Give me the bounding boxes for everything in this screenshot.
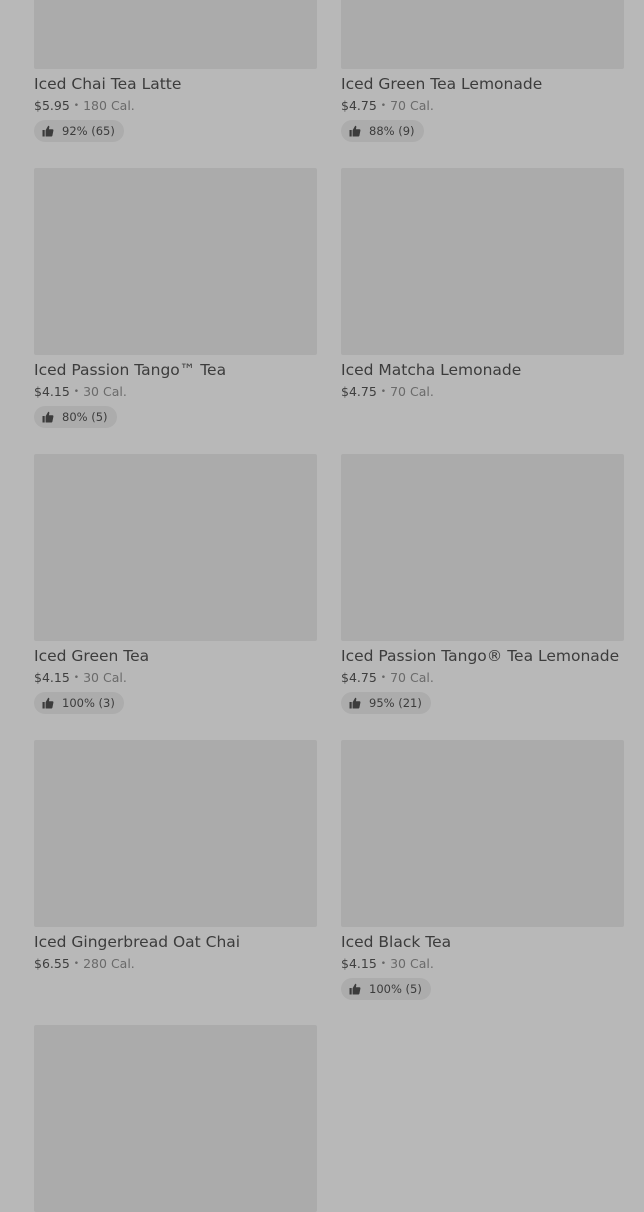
separator: • xyxy=(73,959,80,969)
product-card[interactable]: Iced Green Tea $4.15 • 30 Cal. 100% (3) xyxy=(34,454,317,714)
product-meta: $4.15 • 30 Cal. xyxy=(341,956,624,972)
rating-badge: 95% (21) xyxy=(341,692,431,714)
product-image[interactable] xyxy=(34,168,317,355)
thumbs-up-icon xyxy=(42,697,54,709)
thumbs-up-icon xyxy=(349,983,361,995)
product-meta: $4.15 • 30 Cal. xyxy=(34,670,317,686)
thumbs-up-icon xyxy=(349,697,361,709)
rating-text: 95% (21) xyxy=(369,696,422,710)
product-calories: 70 Cal. xyxy=(390,670,434,685)
rating-text: 88% (9) xyxy=(369,124,415,138)
product-image[interactable] xyxy=(34,454,317,641)
product-card[interactable]: Iced Chai Tea Latte $5.95 • 180 Cal. 92% (… xyxy=(34,0,317,142)
product-name[interactable]: Iced Passion Tango® Tea Lemonade xyxy=(341,647,624,666)
product-meta: $5.95 • 180 Cal. xyxy=(34,98,317,114)
product-calories: 30 Cal. xyxy=(390,956,434,971)
product-card[interactable]: Iced Gingerbread Oat Chai $6.55 • 280 Cal. xyxy=(34,740,317,972)
product-card[interactable]: Iced Green Tea Lemonade $4.75 • 70 Cal. 88… xyxy=(341,0,624,142)
product-calories: 70 Cal. xyxy=(390,98,434,113)
product-card[interactable]: Iced Passion Tango™ Tea $4.15 • 30 Cal. 80… xyxy=(34,168,317,428)
product-name[interactable]: Iced Gingerbread Oat Chai xyxy=(34,933,317,952)
product-price: $4.75 xyxy=(341,98,377,113)
rating-badge: 100% (5) xyxy=(341,978,431,1000)
product-name[interactable]: Iced Passion Tango™ Tea xyxy=(34,361,317,380)
product-meta: $4.15 • 30 Cal. xyxy=(34,384,317,400)
product-name[interactable]: Iced Green Tea xyxy=(34,647,317,666)
rating-text: 92% (65) xyxy=(62,124,115,138)
separator: • xyxy=(73,673,80,683)
product-meta: $4.75 • 70 Cal. xyxy=(341,384,624,400)
product-calories: 180 Cal. xyxy=(83,98,135,113)
thumbs-up-icon xyxy=(42,125,54,137)
product-card[interactable]: Iced Black Tea $4.15 • 30 Cal. 100% (5) xyxy=(341,740,624,1000)
product-image[interactable] xyxy=(341,0,624,69)
rating-text: 100% (3) xyxy=(62,696,115,710)
product-calories: 70 Cal. xyxy=(390,384,434,399)
product-meta: $6.55 • 280 Cal. xyxy=(34,956,317,972)
product-image[interactable] xyxy=(34,0,317,69)
separator: • xyxy=(380,101,387,111)
product-price: $4.15 xyxy=(34,384,70,399)
product-name[interactable]: Iced Chai Tea Latte xyxy=(34,75,317,94)
product-image[interactable] xyxy=(34,1025,317,1212)
product-price: $5.95 xyxy=(34,98,70,113)
product-card[interactable]: Iced Matcha Lemonade $4.75 • 70 Cal. xyxy=(341,168,624,400)
product-price: $4.15 xyxy=(34,670,70,685)
rating-badge: 88% (9) xyxy=(341,120,424,142)
rating-text: 80% (5) xyxy=(62,410,108,424)
thumbs-up-icon xyxy=(349,125,361,137)
separator: • xyxy=(380,673,387,683)
rating-badge: 92% (65) xyxy=(34,120,124,142)
product-calories: 280 Cal. xyxy=(83,956,135,971)
product-name[interactable]: Iced Black Tea xyxy=(341,933,624,952)
product-meta: $4.75 • 70 Cal. xyxy=(341,670,624,686)
product-image[interactable] xyxy=(341,454,624,641)
rating-badge: 100% (3) xyxy=(34,692,124,714)
product-price: $4.15 xyxy=(341,956,377,971)
product-card[interactable] xyxy=(34,1025,317,1212)
product-price: $4.75 xyxy=(341,384,377,399)
product-calories: 30 Cal. xyxy=(83,670,127,685)
product-meta: $4.75 • 70 Cal. xyxy=(341,98,624,114)
thumbs-up-icon xyxy=(42,411,54,423)
separator: • xyxy=(380,959,387,969)
product-price: $6.55 xyxy=(34,956,70,971)
separator: • xyxy=(73,101,80,111)
product-price: $4.75 xyxy=(341,670,377,685)
rating-badge: 80% (5) xyxy=(34,406,117,428)
product-name[interactable]: Iced Green Tea Lemonade xyxy=(341,75,624,94)
product-image[interactable] xyxy=(34,740,317,927)
separator: • xyxy=(380,387,387,397)
rating-text: 100% (5) xyxy=(369,982,422,996)
product-image[interactable] xyxy=(341,740,624,927)
separator: • xyxy=(73,387,80,397)
product-card[interactable]: Iced Passion Tango® Tea Lemonade $4.75 • 7… xyxy=(341,454,624,714)
product-name[interactable]: Iced Matcha Lemonade xyxy=(341,361,624,380)
product-calories: 30 Cal. xyxy=(83,384,127,399)
product-image[interactable] xyxy=(341,168,624,355)
